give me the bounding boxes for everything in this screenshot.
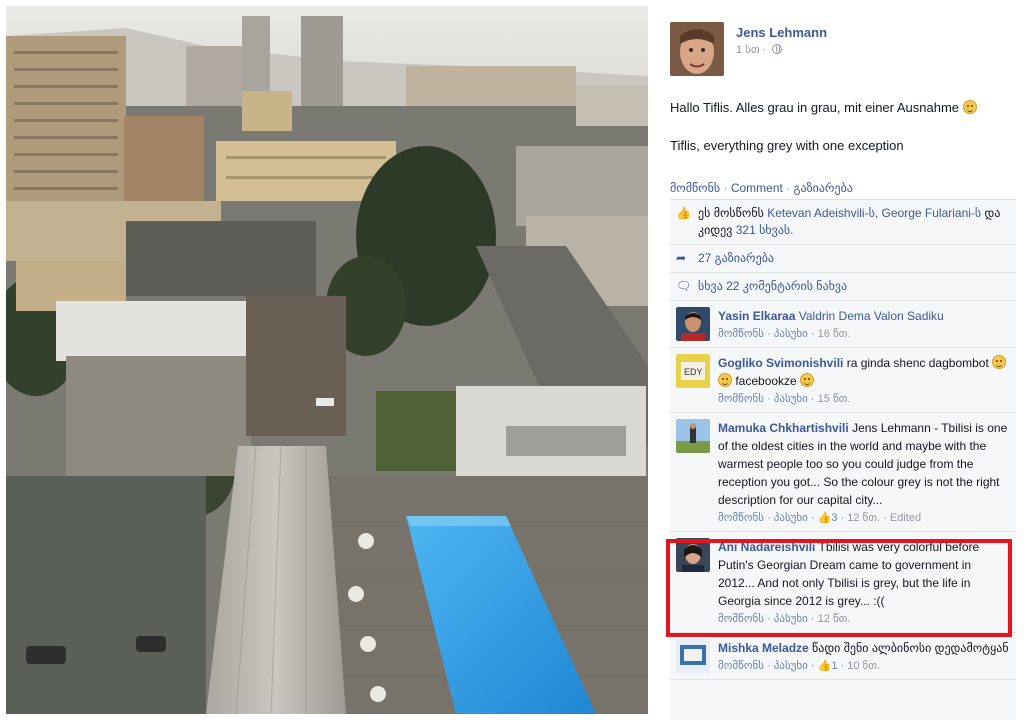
view-more-comments[interactable]: 🗨 სხვა 22 კომენტარის ნახვა xyxy=(670,273,1016,301)
comment: Mamuka Chkhartishvili Jens Lehmann - Tbi… xyxy=(670,413,1016,532)
commenter-name[interactable]: Ani Nadareishvili xyxy=(718,540,815,554)
liker-link[interactable]: Ketevan Adeishvili-ს, xyxy=(767,206,878,220)
comment-time[interactable]: 12 წთ. xyxy=(818,613,851,625)
post-time-text[interactable]: 1 სთ · xyxy=(736,44,766,56)
tbilisi-city-photo xyxy=(6,6,648,714)
thumbs-up-icon: 👍 xyxy=(817,512,832,524)
share-link[interactable]: გაზიარება xyxy=(794,181,853,195)
share-arrow-icon: ➦ xyxy=(676,251,687,265)
reaction-count[interactable]: 1 xyxy=(831,660,837,672)
comment-like-link[interactable]: მომწონს xyxy=(718,613,764,625)
commenter-avatar[interactable] xyxy=(676,639,710,673)
comment-like-link[interactable]: მომწონს xyxy=(718,393,764,405)
thumbs-up-icon: 👍 xyxy=(676,206,691,220)
avatar-icon xyxy=(676,639,710,673)
commenter-avatar[interactable] xyxy=(676,419,710,453)
commenter-avatar[interactable] xyxy=(676,538,710,572)
comment-reply-link[interactable]: პასუხი xyxy=(774,613,808,625)
comment-like-link[interactable]: მომწონს xyxy=(718,512,764,524)
avatar-icon: EDY xyxy=(676,354,710,388)
comment-bubble-icon: 🗨 xyxy=(676,279,692,293)
post-text-english: Tiflis, everything grey with one excepti… xyxy=(670,138,904,153)
comment-reply-link[interactable]: პასუხი xyxy=(774,328,808,340)
comment-like-link[interactable]: მომწონს xyxy=(718,328,764,340)
comment-text: ra ginda shenc dagbombot xyxy=(846,356,989,370)
comment-like-link[interactable]: მომწონს xyxy=(718,660,764,672)
post-actions: მომწონს · Comment · გაზიარება xyxy=(670,181,853,195)
like-link[interactable]: მომწონს xyxy=(670,181,720,195)
comment: Mishka Meladze წადი შენი ალბინოსი დედამო… xyxy=(670,633,1016,680)
feedback-section: 👍 ეს მოსწონს Ketevan Adeishvili-ს, Georg… xyxy=(670,199,1016,720)
post-text-german: Hallo Tiflis. Alles grau in grau, mit ei… xyxy=(670,100,960,115)
shares-summary[interactable]: ➦ 27 გაზიარება xyxy=(670,245,1016,273)
commenter-name[interactable]: Yasin Elkaraa xyxy=(718,309,795,323)
reaction-count[interactable]: 3 xyxy=(831,512,837,524)
comment-reply-link[interactable]: პასუხი xyxy=(774,393,808,405)
svg-text:EDY: EDY xyxy=(684,367,703,377)
view-more-link[interactable]: სხვა 22 კომენტარის ნახვა xyxy=(698,278,847,295)
comment-time[interactable]: 16 წთ. xyxy=(818,328,851,340)
comment-time[interactable]: 15 წთ. xyxy=(818,393,851,405)
commenter-name[interactable]: Mamuka Chkhartishvili xyxy=(718,421,849,435)
comment-reply-link[interactable]: პასუხი xyxy=(774,512,808,524)
smiley-icon xyxy=(992,355,1007,369)
comment-reply-link[interactable]: პასუხი xyxy=(774,660,808,672)
author-name[interactable]: Jens Lehmann xyxy=(736,25,827,40)
comment-time[interactable]: 12 წთ. xyxy=(847,512,880,524)
comment: EDY Gogliko Svimonishvili ra ginda shenc… xyxy=(670,348,1016,413)
tagged-users[interactable]: Valdrin Dema Valon Sadiku xyxy=(799,309,944,323)
post-photo[interactable] xyxy=(6,6,648,714)
edited-label[interactable]: Edited xyxy=(890,512,921,524)
avatar-icon xyxy=(676,307,710,341)
comment-text-tail: facebookze xyxy=(735,374,797,388)
separator: · xyxy=(786,181,791,195)
liker-link[interactable]: George Fulariani-ს xyxy=(882,206,982,220)
comment-link[interactable]: Comment xyxy=(731,181,783,195)
likes-summary: 👍 ეს მოსწონს Ketevan Adeishvili-ს, Georg… xyxy=(670,200,1016,245)
commenter-name[interactable]: Mishka Meladze xyxy=(718,641,809,655)
author-face-icon xyxy=(670,22,724,76)
post-author: Jens Lehmann 1 სთ · xyxy=(670,22,827,76)
smiley-icon xyxy=(800,373,815,387)
commenter-avatar[interactable] xyxy=(676,307,710,341)
smiley-icon xyxy=(718,373,732,387)
comment-text: წადი შენი ალბინოსი დედამოტყან xyxy=(812,641,1009,655)
likes-prefix: ეს მოსწონს xyxy=(698,206,764,220)
likes-suffix[interactable]: სხვას. xyxy=(759,223,793,237)
thumbs-up-icon: 👍 xyxy=(817,660,832,672)
avatar-icon xyxy=(676,419,710,453)
commenter-name[interactable]: Gogliko Svimonishvili xyxy=(718,356,843,370)
comment: Yasin Elkaraa Valdrin Dema Valon Sadiku … xyxy=(670,301,1016,348)
post-time: 1 სთ · xyxy=(736,43,827,56)
post-text: Hallo Tiflis. Alles grau in grau, mit ei… xyxy=(670,99,1010,175)
commenter-avatar[interactable]: EDY xyxy=(676,354,710,388)
comment-time[interactable]: 10 წთ. xyxy=(847,660,880,672)
globe-icon xyxy=(771,44,782,54)
comment: Ani Nadareishvili Tbilisi was very color… xyxy=(670,532,1016,633)
likes-count-link[interactable]: 321 xyxy=(736,223,756,237)
shares-count-link[interactable]: 27 გაზიარება xyxy=(698,250,774,267)
avatar-icon xyxy=(676,538,710,572)
smiley-icon xyxy=(962,100,977,114)
author-avatar[interactable] xyxy=(670,22,724,76)
separator: · xyxy=(723,181,728,195)
